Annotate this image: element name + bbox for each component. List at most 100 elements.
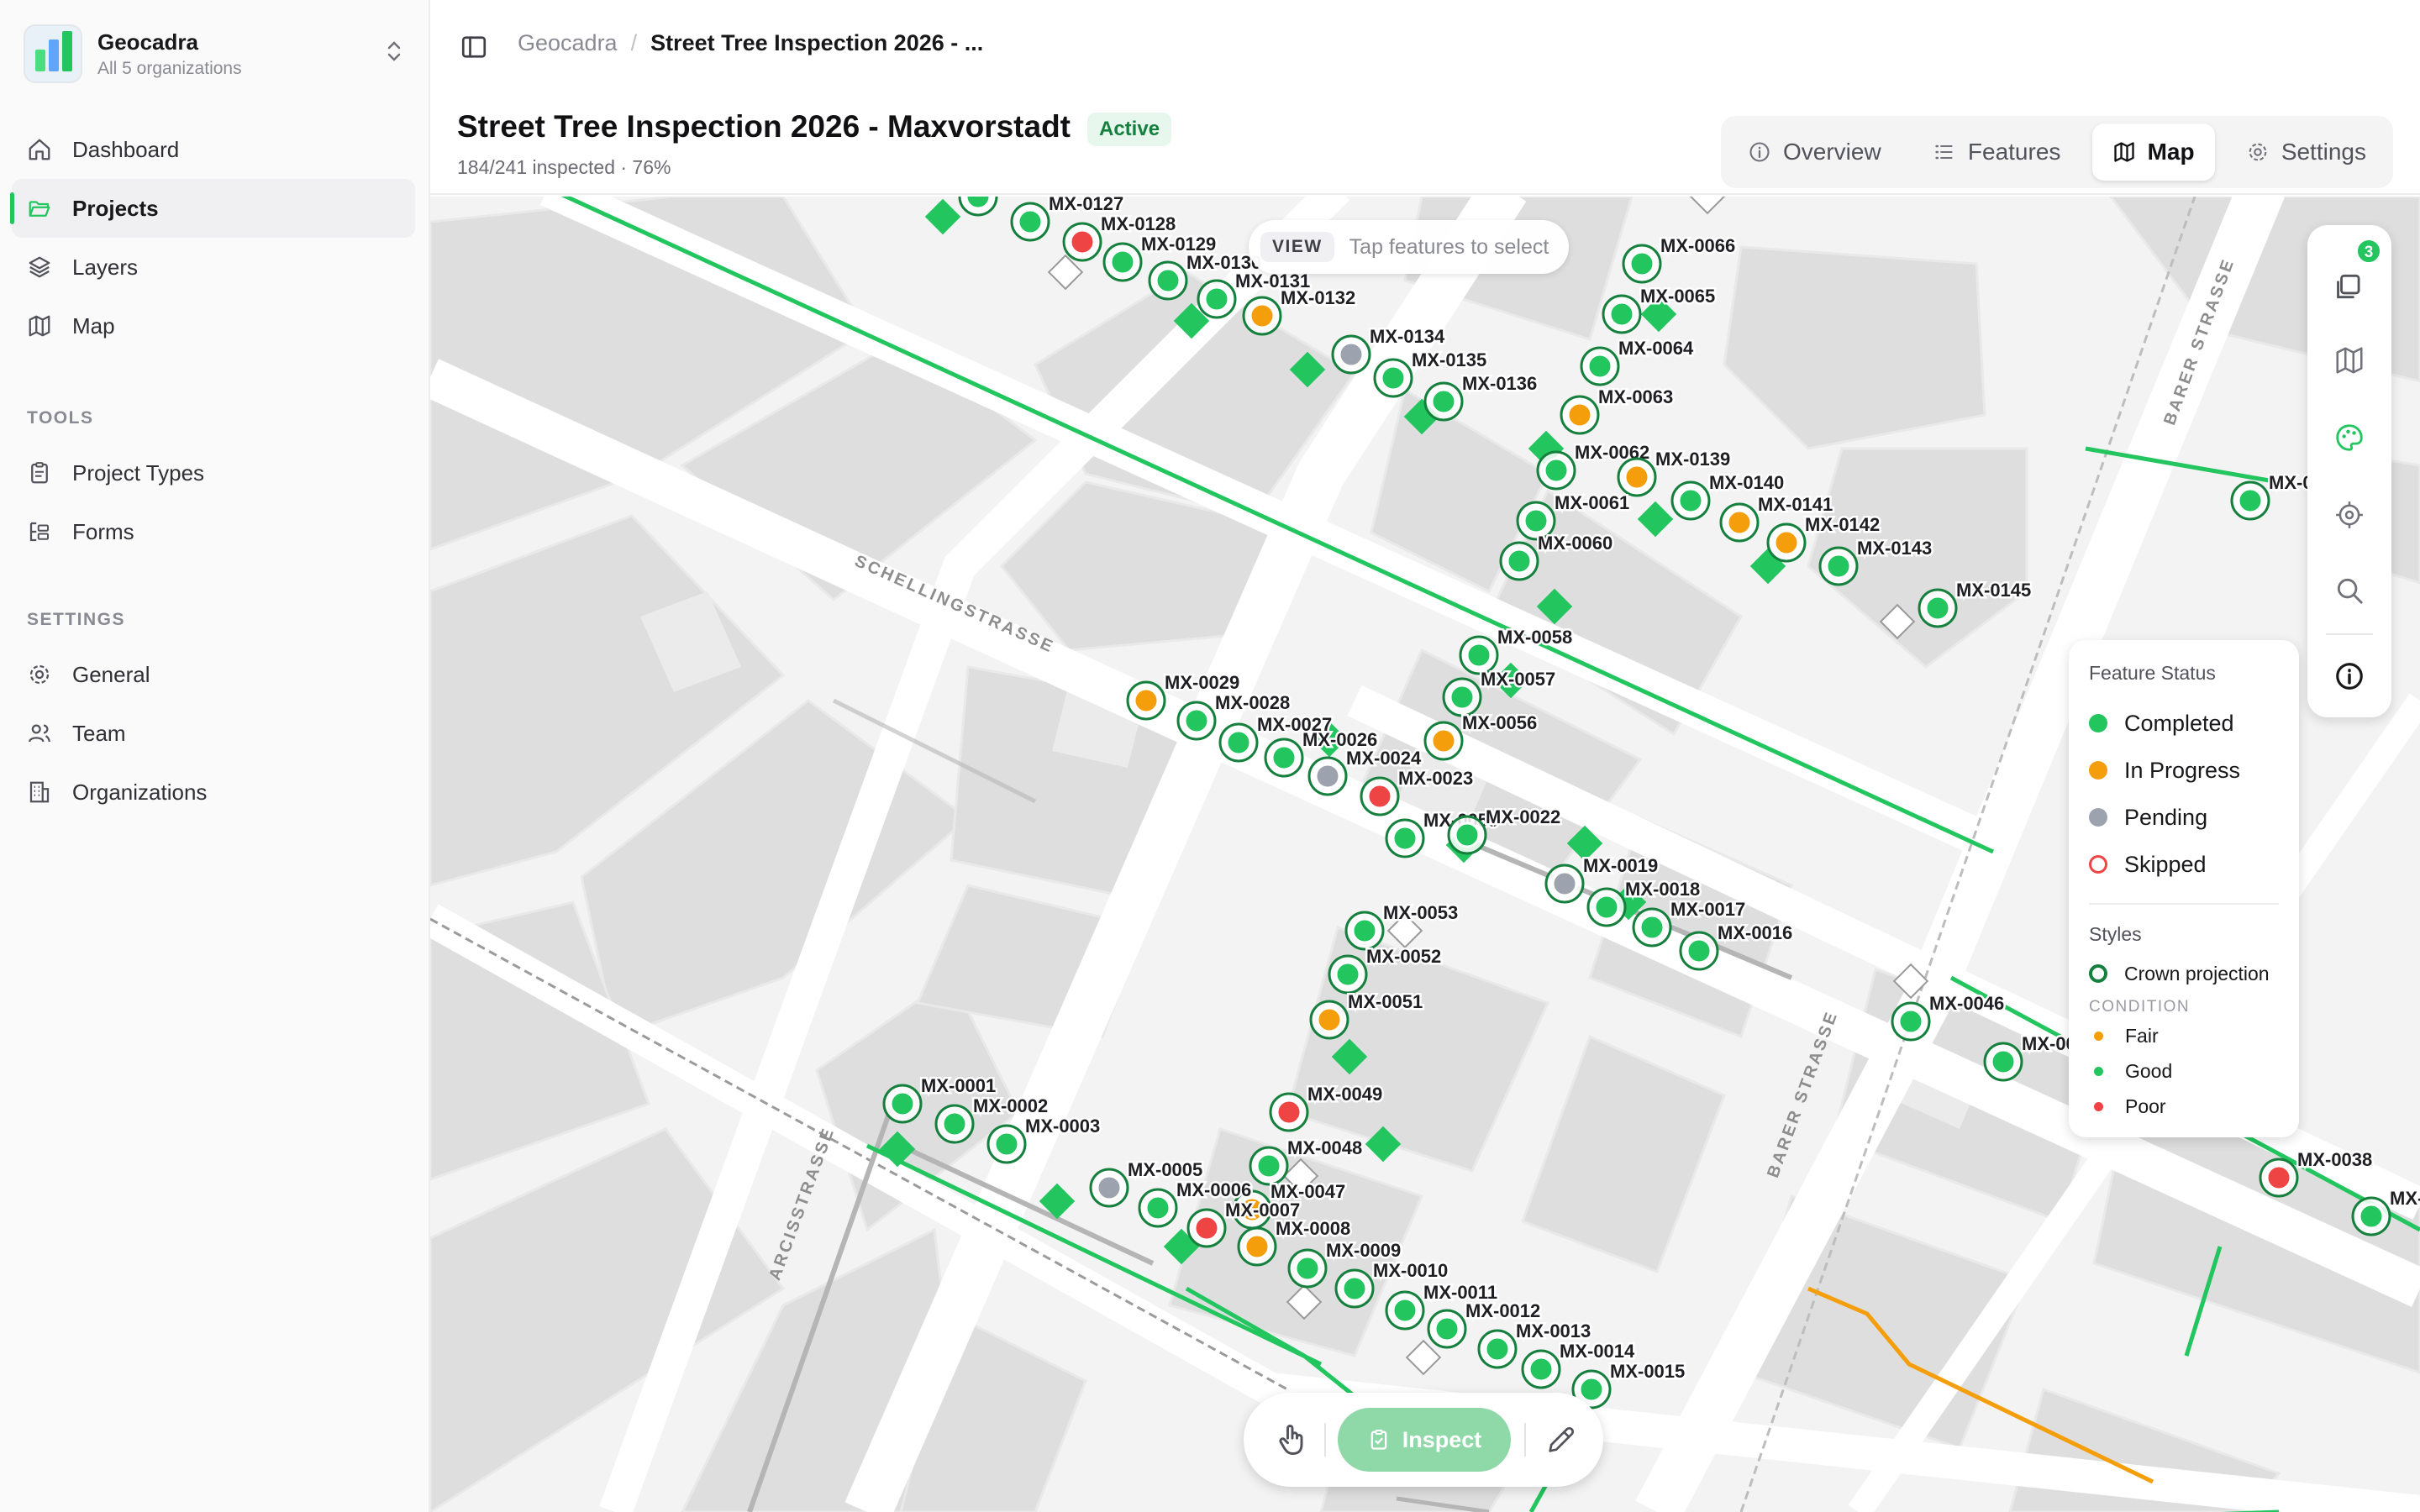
status-dot <box>2089 855 2107 874</box>
tab-overview[interactable]: Overview <box>1728 123 1902 181</box>
tree-id-label: MX-0019 <box>1583 855 1658 876</box>
chevron-updown-icon <box>381 39 407 69</box>
tree-marker[interactable]: MX-0064 <box>1580 336 1697 386</box>
tab-label: Features <box>1967 139 2061 165</box>
pencil-icon <box>1549 1426 1575 1452</box>
hand-pointer-icon <box>1279 1425 1303 1455</box>
palette-icon <box>2336 424 2363 451</box>
tree-id-label: MX-0024 <box>1346 748 1422 769</box>
nav-item-layers[interactable]: Layers <box>12 238 415 297</box>
tree-status-dot <box>1566 402 1593 428</box>
tree-id-label: MX-0052 <box>1366 946 1441 967</box>
nav-item-forms[interactable]: Forms <box>12 502 415 561</box>
tree-status-dot <box>1434 1315 1460 1342</box>
tree-status-dot <box>889 1090 916 1117</box>
edit-tool-button[interactable] <box>1544 1423 1578 1457</box>
tree-status-dot <box>1608 301 1635 328</box>
tree-status-dot <box>1523 507 1549 534</box>
clipboard-check-icon <box>1370 1429 1387 1450</box>
tree-status-dot <box>1578 1376 1605 1403</box>
tree-id-label: MX-0057 <box>1481 669 1555 690</box>
search-button[interactable] <box>2328 570 2370 612</box>
tab-features[interactable]: Features <box>1912 123 2081 181</box>
settings-nav: General Team Organizations <box>12 645 415 822</box>
tree-id-label: MX-0049 <box>1307 1084 1382 1105</box>
tree-id-label: MX-0008 <box>1276 1218 1350 1239</box>
organization-switcher[interactable]: Geocadra All 5 organizations <box>24 22 407 86</box>
tree-status-dot <box>1144 1194 1171 1221</box>
tree-status-dot <box>1316 1006 1343 1033</box>
breadcrumb-root-link[interactable]: Geocadra <box>518 30 618 56</box>
tree-status-dot <box>1593 894 1620 921</box>
layers-toggle-button[interactable] <box>2328 265 2370 307</box>
tree-status-dot <box>1773 529 1800 556</box>
nav-item-organizations[interactable]: Organizations <box>12 763 415 822</box>
legend-label: In Progress <box>2124 757 2241 783</box>
toolbar-divider <box>1524 1423 1526 1457</box>
tree-status-dot <box>1543 457 1570 484</box>
tools-nav: Project Types Forms <box>12 444 415 561</box>
nav-label: Project Types <box>72 459 205 486</box>
basemap-button[interactable] <box>2328 339 2370 381</box>
building-icon <box>27 780 52 805</box>
tree-marker[interactable]: MX-0066 <box>1622 234 1738 284</box>
tree-status-dot <box>1193 1215 1220 1242</box>
tree-id-label: MX-0134 <box>1370 326 1445 347</box>
legend-toggle-button[interactable] <box>2328 655 2370 697</box>
inspect-button[interactable]: Inspect <box>1338 1408 1511 1472</box>
map-tool-rail: 3 <box>2307 225 2391 717</box>
project-tabs: Overview Features Map Settings <box>1721 116 2393 188</box>
tree-status-dot <box>1623 464 1650 491</box>
tree-status-dot <box>1528 1356 1555 1383</box>
locate-button[interactable] <box>2328 494 2370 536</box>
page-title: Street Tree Inspection 2026 - Maxvorstad… <box>457 109 1071 144</box>
planned-site-diamond <box>1689 197 1726 215</box>
tree-status-dot <box>1639 914 1665 941</box>
tree-marker[interactable]: MX-0063 <box>1560 385 1676 435</box>
nav-item-dashboard[interactable]: Dashboard <box>12 120 415 179</box>
style-button[interactable] <box>2328 417 2370 459</box>
tree-pit-diamond <box>1637 501 1674 538</box>
nav-item-general[interactable]: General <box>12 645 415 704</box>
tree-id-label: MX-0009 <box>1326 1240 1401 1261</box>
tree-marker[interactable]: MX-0136 <box>1423 371 1539 422</box>
tree-id-label: MX-0015 <box>1610 1361 1685 1382</box>
tree-status-dot <box>1897 1008 1924 1035</box>
nav-item-map[interactable]: Map <box>12 297 415 355</box>
tree-status-dot <box>1430 388 1457 415</box>
sidebar-toggle-icon[interactable] <box>459 32 489 62</box>
tree-status-dot <box>1109 249 1136 276</box>
tree-status-dot <box>1338 341 1365 368</box>
tree-status-dot <box>1686 937 1712 964</box>
legend-label: Crown projection <box>2124 962 2270 984</box>
gear-icon <box>27 662 52 687</box>
legend-item-skipped: Skipped <box>2089 841 2279 888</box>
pan-tool-button[interactable] <box>1274 1421 1311 1458</box>
nav-label: General <box>72 661 150 687</box>
map-action-toolbar: Inspect <box>1244 1393 1603 1487</box>
users-icon <box>27 721 52 746</box>
tree-marker[interactable]: MX-0015 <box>1571 1359 1687 1410</box>
sidebar: Geocadra All 5 organizations Dashboard P… <box>0 0 430 1512</box>
tab-settings[interactable]: Settings <box>2226 123 2386 181</box>
tree-status-dot <box>1096 1174 1123 1201</box>
legend-label: Good <box>2125 1059 2173 1082</box>
nav-item-project-types[interactable]: Project Types <box>12 444 415 502</box>
crosshair-icon <box>2336 501 2363 528</box>
tree-id-label: MX-0038 <box>2297 1149 2372 1170</box>
map-legend: Feature Status Completed In Progress Pen… <box>2069 640 2299 1137</box>
map-canvas[interactable]: MX-0126MX-0127MX-0128MX-0129MX-0130MX-01… <box>430 197 2420 1512</box>
nav-item-team[interactable]: Team <box>12 704 415 763</box>
tree-status-dot <box>1314 763 1341 790</box>
tree-id-label: MX-0005 <box>1128 1159 1202 1180</box>
organization-logo <box>24 24 82 83</box>
tree-id-label: MX-0066 <box>1660 235 1735 256</box>
layers-icon <box>27 255 52 280</box>
nav-item-projects[interactable]: Projects <box>10 179 415 238</box>
tree-id-label: MX-0051 <box>1348 991 1423 1012</box>
tree-status-dot <box>1294 1255 1321 1282</box>
tab-map[interactable]: Map <box>2091 123 2215 181</box>
tree-status-dot <box>1244 1233 1270 1260</box>
legend-condition-label: CONDITION <box>2089 998 2191 1016</box>
tree-marker[interactable]: MX-0132 <box>1242 286 1358 336</box>
